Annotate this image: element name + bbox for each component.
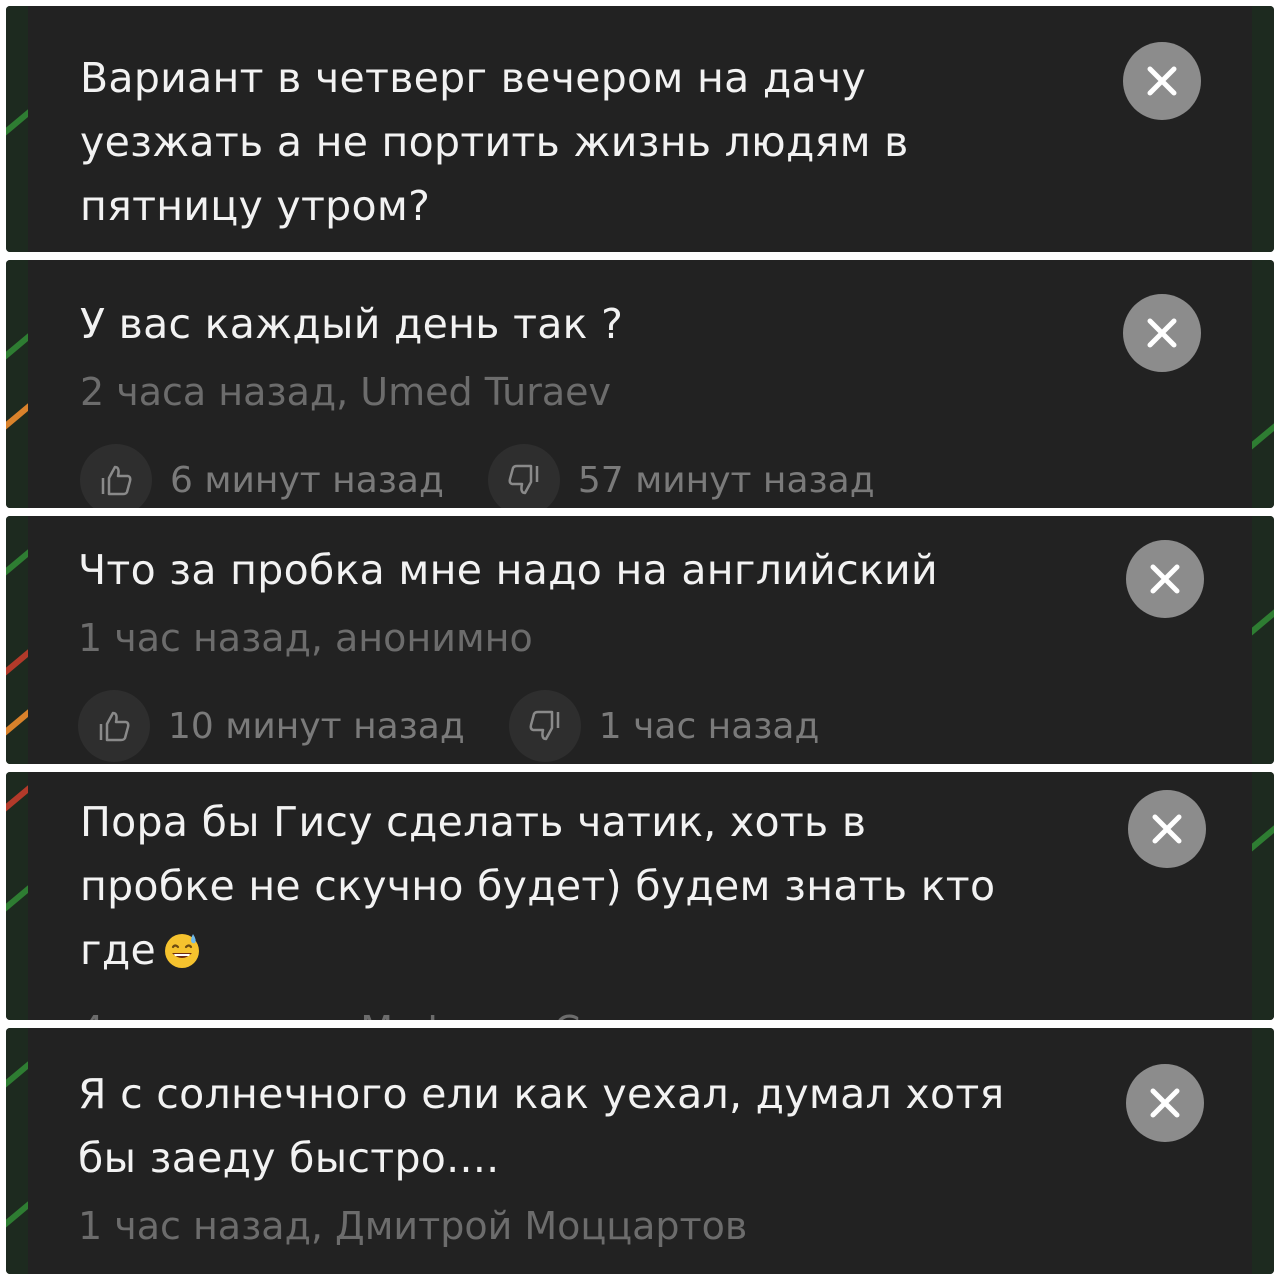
comment-text: Пора бы Гису сделать чатик, хоть в пробк… [80, 790, 1134, 982]
map-edge [6, 516, 28, 764]
comment-meta: 2 часа назад, Umed Turaev [80, 370, 612, 414]
dislike-button[interactable] [487, 444, 560, 508]
close-button[interactable] [1126, 1064, 1204, 1142]
like-button[interactable] [80, 444, 152, 508]
comment-card: Я с солнечного ели как уехал, думал хотя… [6, 1028, 1274, 1274]
sweat-smile-emoji [165, 934, 200, 968]
comment-text: Вариант в четверг вечером на дачу уезжат… [80, 54, 909, 230]
close-button[interactable] [1123, 42, 1201, 120]
close-icon [1150, 1088, 1180, 1118]
comment-card: У вас каждый день так ? 2 часа назад, Um… [6, 260, 1274, 508]
map-edge [1252, 1028, 1274, 1274]
close-icon [1150, 564, 1180, 594]
thumbs-down-icon [508, 464, 539, 495]
thumbs-up-icon [101, 465, 132, 496]
map-edge [1252, 772, 1274, 1020]
map-edge [6, 772, 28, 1020]
like-label: 6 минут назад [170, 459, 444, 501]
comment-card: Пора бы Гису сделать чатик, хоть в пробк… [6, 772, 1274, 1020]
comment-text: У вас каждый день так ? [80, 300, 624, 348]
close-icon [1147, 66, 1177, 96]
close-button[interactable] [1128, 790, 1206, 868]
comment-card: Что за пробка мне надо на английский 1 ч… [6, 516, 1274, 764]
close-icon [1147, 318, 1177, 348]
comment-card: Вариант в четверг вечером на дачу уезжат… [6, 6, 1274, 252]
close-icon [1152, 814, 1182, 844]
comment-meta: 1 час назад, анонимно [78, 616, 533, 660]
comment-text: Я с солнечного ели как уехал, думал хотя… [78, 1070, 1005, 1182]
map-edge [6, 6, 28, 252]
reactions-row: 6 минут назад 57 минут назад [80, 444, 1124, 508]
dislike-button[interactable] [508, 690, 581, 762]
comment-meta: 4 часа назад, Мафтуна Салямова [80, 1002, 1134, 1020]
thumbs-down-icon [529, 710, 560, 741]
like-label: 10 минут назад [168, 705, 465, 747]
reactions-row: 10 минут назад 1 час назад [78, 690, 1124, 762]
close-button[interactable] [1126, 540, 1204, 618]
close-button[interactable] [1123, 294, 1201, 372]
map-edge [6, 1028, 28, 1274]
comment-meta: 1 час назад, Дмитрой Моццартов [78, 1204, 748, 1248]
dislike-label: 57 минут назад [577, 459, 875, 501]
dislike-label: 1 час назад [598, 705, 820, 747]
map-edge [1252, 6, 1274, 252]
map-edge [6, 260, 28, 508]
thumbs-up-icon [99, 711, 130, 742]
map-edge [1252, 516, 1274, 764]
comment-text-body: Пора бы Гису сделать чатик, хоть в пробк… [80, 798, 996, 974]
like-button[interactable] [78, 690, 150, 762]
comment-text: Что за пробка мне надо на английский [78, 546, 938, 594]
map-edge [1252, 260, 1274, 508]
comments-collage: Вариант в четверг вечером на дачу уезжат… [0, 0, 1280, 1280]
